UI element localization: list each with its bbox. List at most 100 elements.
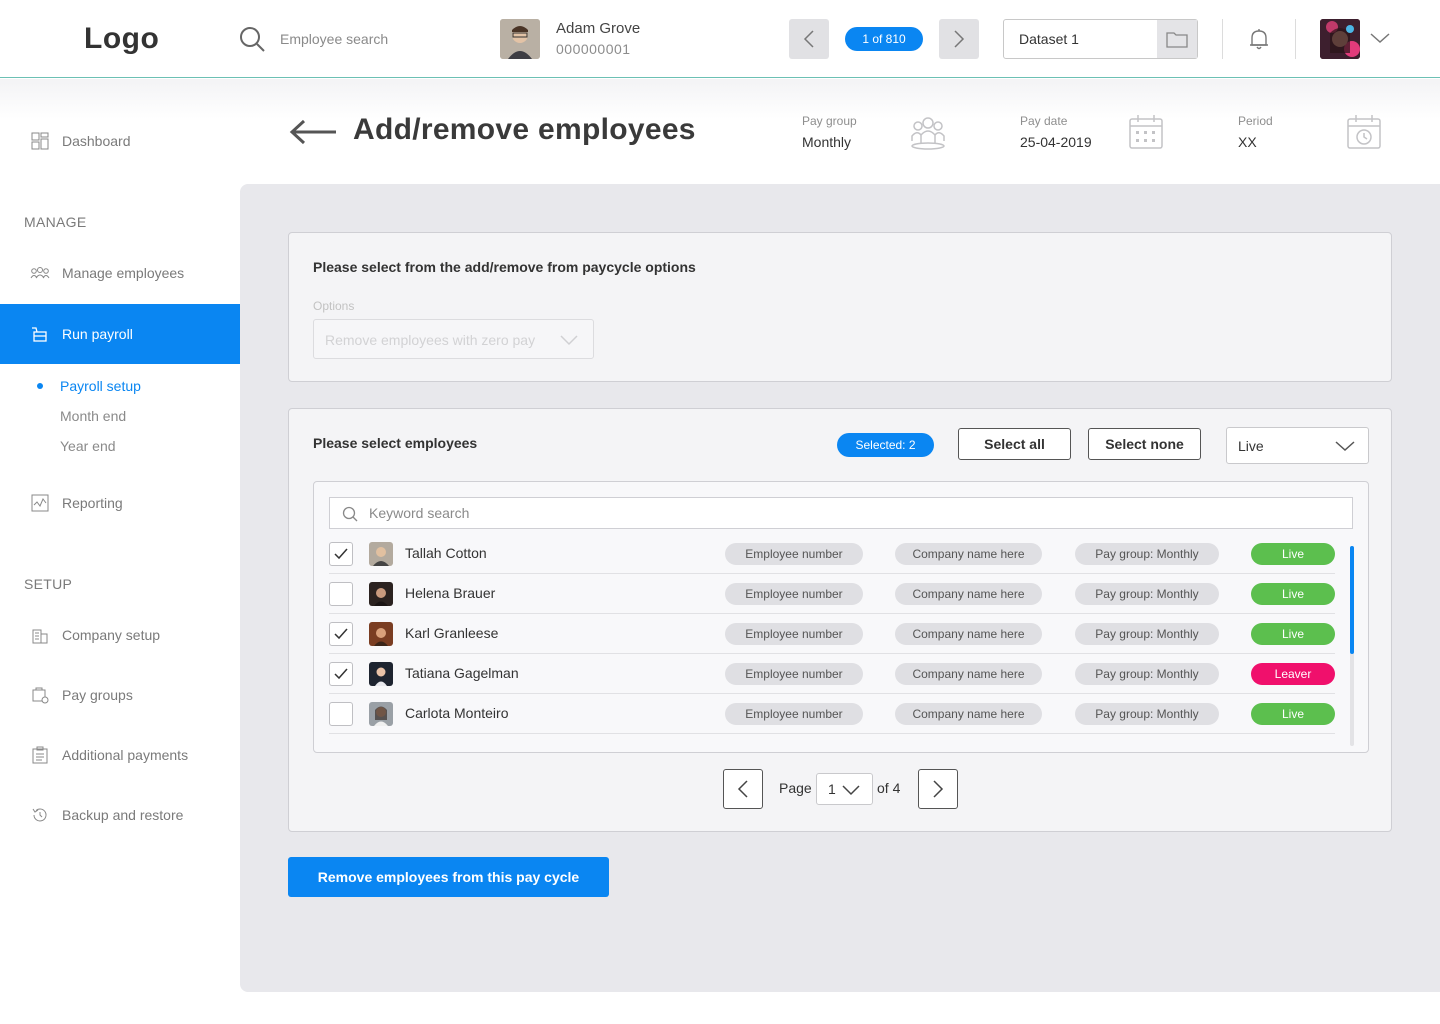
chevron-right-icon [933, 780, 944, 798]
payroll-icon [30, 324, 50, 344]
employee-name: Tatiana Gagelman [405, 665, 519, 681]
employee-number: 000000001 [556, 41, 631, 57]
chevron-left-icon [737, 780, 748, 798]
sidebar-item-label: Manage employees [62, 265, 185, 281]
employee-number-tag: Employee number [725, 583, 863, 605]
options-card: Please select from the add/remove from p… [288, 232, 1392, 382]
folder-icon [1166, 32, 1188, 48]
sidebar-item-label: Reporting [62, 495, 123, 511]
status-badge: Live [1251, 623, 1335, 645]
divider [1295, 19, 1296, 59]
sidebar-item-label: Company setup [62, 627, 161, 643]
chevron-down-icon [842, 785, 860, 796]
restore-icon [30, 805, 50, 825]
list-overflow-fade [329, 736, 1335, 752]
status-filter-dropdown[interactable]: Live [1226, 427, 1369, 464]
dashboard-icon [30, 131, 50, 151]
row-checkbox[interactable] [329, 582, 353, 606]
status-badge: Live [1251, 583, 1335, 605]
company-tag: Company name here [895, 543, 1042, 565]
sidebar-item-backup-restore[interactable]: Backup and restore [0, 795, 240, 835]
sidebar-subitem-year-end[interactable]: Year end [60, 438, 116, 454]
pay-group-tag: Pay group: Monthly [1075, 623, 1219, 645]
table-row[interactable]: Karl Granleese Employee number Company n… [329, 614, 1335, 654]
row-checkbox[interactable] [329, 542, 353, 566]
pay-group-label: Pay group [802, 114, 857, 128]
sidebar-item-company-setup[interactable]: Company setup [0, 615, 240, 655]
pay-groups-icon [30, 685, 50, 705]
options-dropdown[interactable]: Remove employees with zero pay [313, 319, 594, 359]
sidebar-item-additional-payments[interactable]: Additional payments [0, 735, 240, 775]
status-filter-value: Live [1238, 438, 1264, 454]
sidebar-item-label: Backup and restore [62, 807, 184, 823]
remove-employees-button[interactable]: Remove employees from this pay cycle [288, 857, 609, 897]
dataset-selector[interactable]: Dataset 1 [1003, 19, 1198, 59]
sidebar-item-manage-employees[interactable]: Manage employees [0, 253, 240, 293]
sidebar-item-label: Pay groups [62, 687, 133, 703]
employee-search-placeholder[interactable]: Employee search [280, 31, 388, 47]
sidebar-item-label: Dashboard [62, 133, 131, 149]
sidebar-item-run-payroll[interactable]: Run payroll [0, 304, 240, 364]
employee-search[interactable]: Employee search [238, 24, 388, 54]
table-row[interactable]: Tatiana Gagelman Employee number Company… [329, 654, 1335, 694]
group-icon [911, 117, 945, 150]
employee-name: Tallah Cotton [405, 545, 487, 561]
pay-group-tag: Pay group: Monthly [1075, 663, 1219, 685]
table-row[interactable]: Helena Brauer Employee number Company na… [329, 574, 1335, 614]
row-checkbox[interactable] [329, 662, 353, 686]
employee-number-tag: Employee number [725, 663, 863, 685]
sidebar-item-label: Additional payments [62, 747, 189, 763]
employee-number-tag: Employee number [725, 543, 863, 565]
row-checkbox[interactable] [329, 702, 353, 726]
keyword-search-placeholder: Keyword search [369, 505, 470, 521]
employee-list: Keyword search Tallah Cotton Employee nu… [313, 481, 1369, 753]
status-badge: Live [1251, 543, 1335, 565]
logo[interactable]: Logo [84, 22, 159, 56]
back-arrow-icon[interactable] [288, 118, 338, 146]
people-icon [30, 263, 50, 283]
user-avatar[interactable] [1320, 19, 1360, 59]
pay-group-tag: Pay group: Monthly [1075, 543, 1219, 565]
clipboard-icon [30, 745, 50, 765]
employee-avatar [369, 662, 393, 686]
previous-page-button[interactable] [723, 769, 763, 809]
row-checkbox[interactable] [329, 622, 353, 646]
current-page: 1 [828, 781, 836, 797]
select-none-button[interactable]: Select none [1088, 428, 1201, 460]
employee-avatar [369, 702, 393, 726]
period-label: Period [1238, 114, 1273, 128]
table-row[interactable]: Tallah Cotton Employee number Company na… [329, 534, 1335, 574]
next-page-button[interactable] [918, 769, 958, 809]
select-all-button[interactable]: Select all [958, 428, 1071, 460]
page-title: Add/remove employees [353, 113, 696, 146]
sidebar-item-pay-groups[interactable]: Pay groups [0, 675, 240, 715]
options-dropdown-placeholder: Remove employees with zero pay [325, 332, 536, 348]
employee-number-tag: Employee number [725, 703, 863, 725]
employee-photo [500, 19, 540, 59]
page-label: Page [779, 780, 812, 796]
next-employee-button[interactable] [939, 19, 979, 59]
reporting-icon [30, 493, 50, 513]
sidebar-item-label: Run payroll [62, 326, 133, 342]
notification-bell-icon[interactable] [1247, 27, 1271, 51]
sidebar-item-dashboard[interactable]: Dashboard [0, 121, 240, 161]
keyword-search-input[interactable]: Keyword search [329, 497, 1353, 529]
table-row[interactable]: Carlota Monteiro Employee number Company… [329, 694, 1335, 734]
chevron-down-icon [560, 335, 578, 346]
chevron-down-icon[interactable] [1369, 30, 1391, 46]
previous-employee-button[interactable] [789, 19, 829, 59]
employees-card: Please select employees Selected: 2 Sele… [288, 408, 1392, 832]
employee-name: Helena Brauer [405, 585, 496, 601]
employee-name: Karl Granleese [405, 625, 499, 641]
period-value: XX [1238, 134, 1257, 150]
employee-number-tag: Employee number [725, 623, 863, 645]
company-tag: Company name here [895, 583, 1042, 605]
scrollbar-thumb[interactable] [1350, 546, 1354, 654]
folder-button[interactable] [1157, 20, 1197, 58]
sidebar-subitem-month-end[interactable]: Month end [60, 408, 126, 424]
employee-avatar [369, 622, 393, 646]
sidebar-item-reporting[interactable]: Reporting [0, 483, 240, 523]
page-number-dropdown[interactable]: 1 [816, 773, 873, 805]
sidebar-subitem-payroll-setup[interactable]: Payroll setup [60, 378, 141, 394]
options-label: Options [313, 299, 355, 313]
